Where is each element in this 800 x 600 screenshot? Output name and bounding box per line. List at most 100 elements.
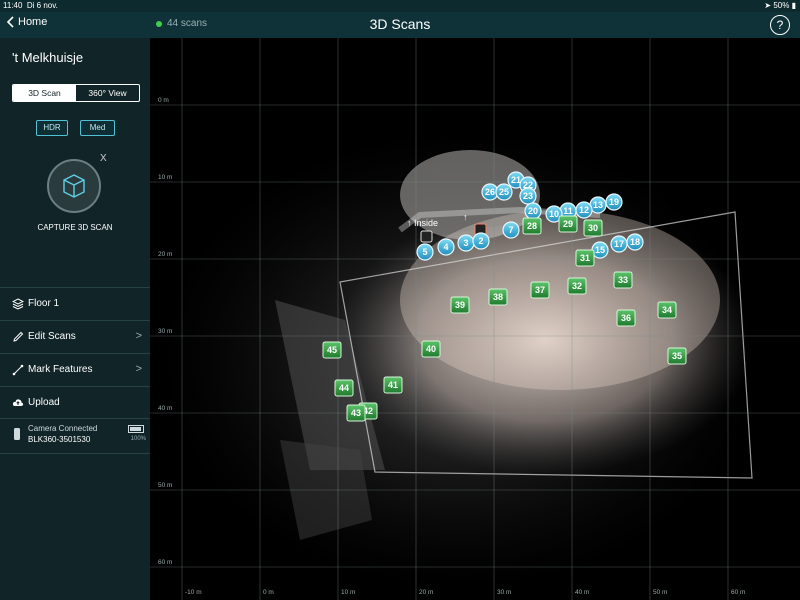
battery-percent: 50%: [773, 1, 790, 10]
menu-edit-scans[interactable]: Edit Scans >: [0, 320, 150, 353]
nav-bar: Home 44 scans 3D Scans ?: [0, 12, 800, 39]
menu-mark-features-label: Mark Features: [28, 364, 93, 375]
home-back-button[interactable]: Home: [6, 16, 47, 28]
scan-marker-44[interactable]: 44: [334, 379, 354, 397]
page-title: 3D Scans: [369, 16, 431, 32]
scan-marker-36[interactable]: 36: [616, 309, 636, 327]
scan-marker-12[interactable]: 12: [575, 201, 593, 219]
scan-marker-5[interactable]: 5: [416, 243, 434, 261]
menu-upload[interactable]: Upload: [0, 386, 150, 419]
y-tick-label: 50 m: [158, 482, 172, 489]
scan-marker-25[interactable]: 25: [495, 183, 513, 201]
scan-map-view[interactable]: -10 m 0 m 10 m 20 m 30 m 40 m 50 m 60 m 0 m 10 m 2…: [150, 38, 800, 600]
scan-marker-label: 28: [527, 221, 537, 231]
chevron-right-icon: >: [135, 363, 142, 375]
scan-marker-37[interactable]: 37: [530, 281, 550, 299]
scan-marker-39[interactable]: 39: [450, 296, 470, 314]
point-cloud-canvas[interactable]: -10 m 0 m 10 m 20 m 30 m 40 m 50 m 60 m 0 m 10 m 2…: [150, 38, 800, 600]
status-bar: 11:40 Di 6 nov. ➤ 50% ▮: [0, 0, 800, 12]
density-button[interactable]: Med: [80, 120, 115, 136]
scan-marker-29[interactable]: 29: [558, 215, 578, 233]
scan-count: 44 scans: [156, 18, 207, 29]
scan-marker-label: 15: [595, 245, 605, 255]
scan-marker-label: 30: [588, 223, 598, 233]
cube-icon: [63, 174, 85, 198]
scan-marker-label: 10: [549, 209, 559, 219]
scan-marker-28[interactable]: 28: [522, 217, 542, 235]
scan-marker-34[interactable]: 34: [657, 301, 677, 319]
scan-marker-label: 32: [572, 281, 582, 291]
scan-marker-17[interactable]: 17: [610, 235, 628, 253]
scan-marker-label: 41: [388, 380, 398, 390]
scan-marker-label: 13: [593, 200, 603, 210]
capture-3d-scan-button[interactable]: [47, 159, 101, 213]
layers-icon: [12, 298, 24, 310]
menu-floor-label: Floor 1: [28, 298, 60, 309]
pencil-icon: [13, 331, 24, 342]
y-tick-label: 20 m: [158, 251, 172, 258]
scan-marker-label: 18: [630, 237, 640, 247]
scan-marker-label: 5: [422, 247, 427, 257]
scan-marker-23[interactable]: 23: [519, 187, 537, 205]
menu-floor[interactable]: Floor 1: [0, 287, 150, 320]
chevron-left-icon: [6, 16, 14, 28]
help-button[interactable]: ?: [770, 15, 790, 35]
scan-marker-20[interactable]: 20: [524, 202, 542, 220]
scan-marker-41[interactable]: 41: [383, 376, 403, 394]
chevron-right-icon: >: [135, 330, 142, 342]
scan-marker-label: 17: [614, 239, 624, 249]
scan-marker-label: 23: [523, 191, 533, 201]
status-battery: ➤ 50% ▮: [764, 1, 796, 10]
cloud-upload-icon: [12, 399, 24, 406]
camera-battery-icon: [128, 425, 144, 433]
scan-marker-label: 43: [351, 408, 361, 418]
scan-marker-label: 38: [493, 292, 503, 302]
y-tick-label: 60 m: [158, 559, 172, 566]
scan-marker-31[interactable]: 31: [575, 249, 595, 267]
x-tick-label: 50 m: [653, 589, 667, 596]
scan-marker-45[interactable]: 45: [322, 341, 342, 359]
camera-battery-percent: 100%: [130, 436, 146, 442]
x-tick-label: 0 m: [263, 589, 274, 596]
connection-dot-icon: [156, 20, 162, 27]
scan-marker-3[interactable]: 3: [457, 234, 475, 252]
scan-marker-label: 25: [499, 187, 509, 197]
tab-360-view[interactable]: 360° View: [76, 85, 139, 101]
menu-mark-features[interactable]: Mark Features >: [0, 353, 150, 386]
status-time: 11:40: [3, 1, 23, 10]
scan-marker-32[interactable]: 32: [567, 277, 587, 295]
scan-marker-19[interactable]: 19: [605, 193, 623, 211]
x-tick-label: -10 m: [185, 589, 202, 596]
sidebar: 't Melkhuisje 3D Scan 360° View HDR Med …: [0, 38, 151, 600]
scan-marker-label: 2: [478, 236, 483, 246]
scan-marker-label: 36: [621, 313, 631, 323]
scan-marker-18[interactable]: 18: [626, 233, 644, 251]
scan-marker-35[interactable]: 35: [667, 347, 687, 365]
scan-marker-label: 39: [455, 300, 465, 310]
tab-3d-scan[interactable]: 3D Scan: [13, 85, 76, 101]
scan-marker-label: 44: [339, 383, 349, 393]
scan-marker-label: 45: [327, 345, 337, 355]
scan-marker-40[interactable]: 40: [421, 340, 441, 358]
scan-marker-label: 37: [535, 285, 545, 295]
scan-marker-33[interactable]: 33: [613, 271, 633, 289]
close-capture-button[interactable]: X: [100, 153, 107, 164]
camera-status: Camera Connected BLK360-3501530 100%: [0, 418, 150, 454]
scan-marker-43[interactable]: 43: [346, 404, 366, 422]
scan-marker-38[interactable]: 38: [488, 288, 508, 306]
scan-marker-30[interactable]: 30: [583, 219, 603, 237]
scan-marker-label: 34: [662, 305, 672, 315]
scan-marker-4[interactable]: 4: [437, 238, 455, 256]
scan-marker-label: 26: [485, 187, 495, 197]
camera-status-text: Camera Connected: [28, 424, 98, 433]
camera-marker-icon: [420, 230, 433, 243]
scan-marker-2[interactable]: 2: [472, 232, 490, 250]
home-label: Home: [18, 16, 48, 28]
scan-marker-7[interactable]: 7: [502, 221, 520, 239]
x-tick-label: 20 m: [419, 589, 433, 596]
y-tick-label: 30 m: [158, 328, 172, 335]
status-date: Di 6 nov.: [26, 1, 58, 10]
scan-marker-label: 40: [426, 344, 436, 354]
menu-edit-scans-label: Edit Scans: [28, 331, 76, 342]
hdr-toggle-button[interactable]: HDR: [36, 120, 68, 136]
